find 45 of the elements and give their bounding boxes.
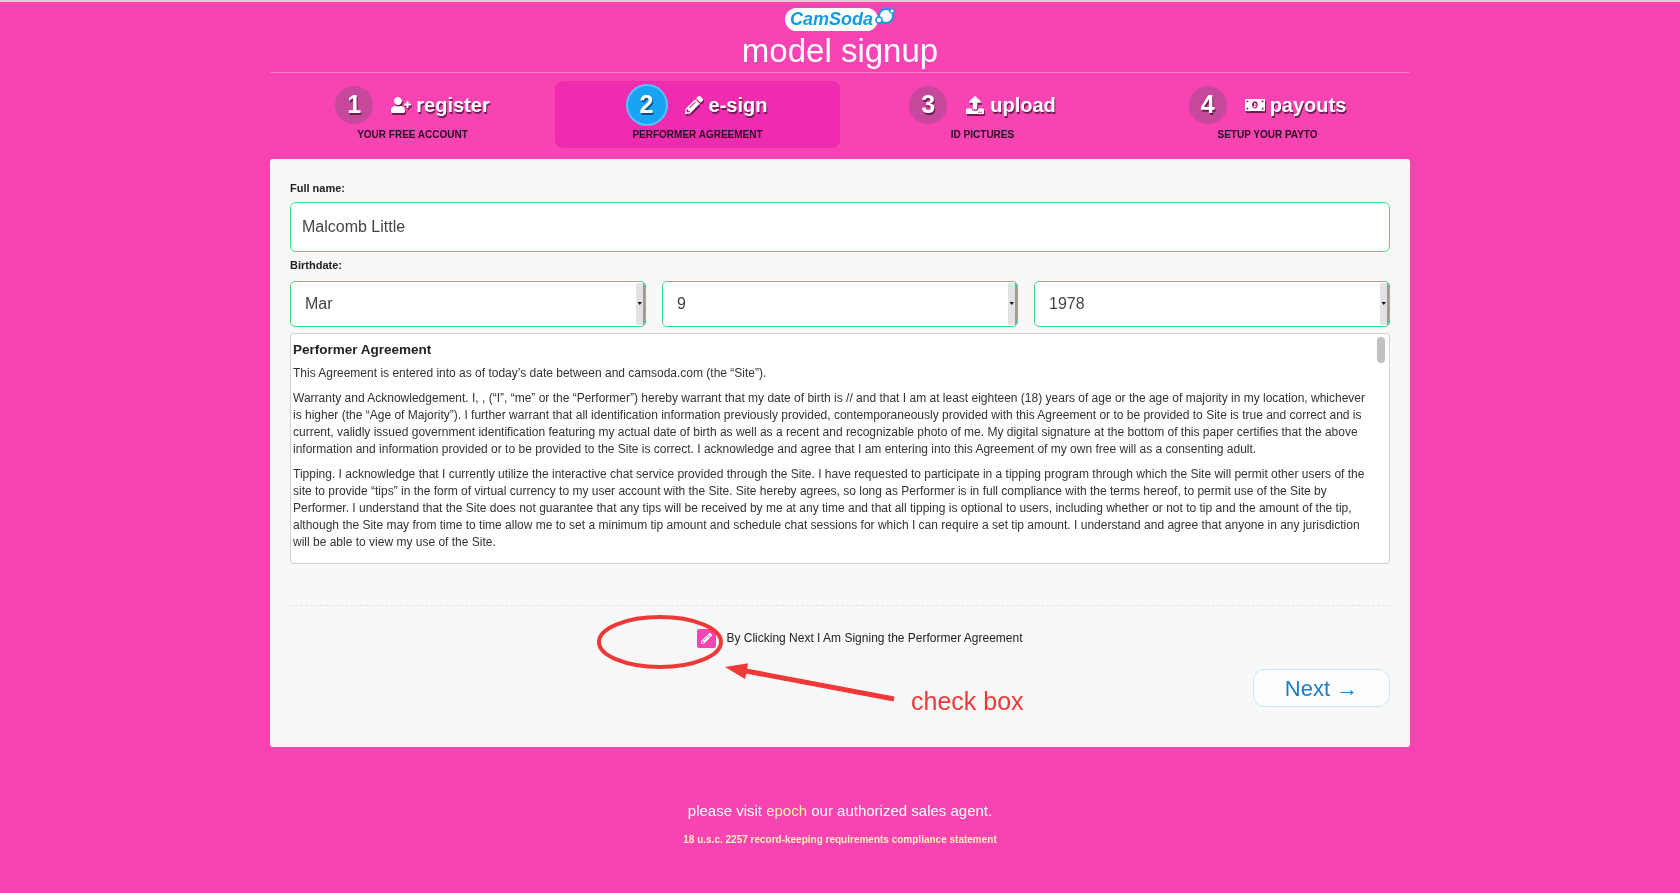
step-label: e-sign	[708, 93, 768, 118]
dropdown-select[interactable]: 9	[662, 281, 1018, 327]
annotation-text: check box	[911, 686, 1024, 716]
step-number: 1	[335, 86, 374, 124]
step-sublabel: PERFORMER AGREEMENT	[632, 129, 763, 141]
step-number: 4	[1188, 86, 1227, 124]
user-plus-icon	[391, 96, 412, 114]
checkbox[interactable]	[697, 628, 717, 648]
compliance-statement-link[interactable]: 18 u.s.c. 2257 record-keeping requirements compliance statement	[683, 834, 997, 846]
step-number: 2	[627, 86, 666, 124]
upload-icon	[965, 96, 986, 114]
footer-text: please visit epoch our authorized sales agent.	[687, 802, 993, 820]
field-label: Full name:	[290, 181, 346, 195]
caret-icon	[1008, 283, 1017, 325]
step-label: upload	[990, 93, 1056, 118]
step-label: register	[416, 93, 490, 118]
step-sublabel: SETUP YOUR PAYTO	[1217, 129, 1318, 141]
step-tab[interactable]: 4 payouts SETUP YOUR PAYTO	[1125, 81, 1410, 148]
step-label: payouts	[1269, 93, 1347, 118]
page-title: model signup	[741, 33, 939, 69]
sales-agent-link[interactable]: epoch	[766, 802, 808, 819]
step-sublabel: YOUR FREE ACCOUNT	[357, 129, 468, 141]
caret-icon	[1380, 283, 1389, 325]
pencil-icon	[683, 96, 704, 114]
step-number: 3	[909, 86, 948, 124]
step-tab[interactable]: 1 register YOUR FREE ACCOUNT	[270, 81, 555, 148]
agreement-paragraph: Warranty and Acknowledgement. I, , (“I”, “me” or the “Performer”) hereby warrant that my date of birth is // and that I am at least eighteen (18) years of age or the age of majority in my location, whichever is higher (the “Age of Majority”). I further warrant that all identification information previously provided, contemporaneously provided with this Agreement or to be provided to Site is true and correct and is current, validly issued government identification featuring my actual date of birth as well as a recent and recognizable photo of me. My digital signature at the bottom of this paper certifies that the above information and information provided or to be provided to the Site is correct. I acknowledge and agree that I am entering into this Agreement of my own free will as a consenting adult.	[293, 390, 1367, 458]
scrollbar[interactable]	[1377, 337, 1385, 363]
next-button[interactable]: Next →	[1253, 669, 1390, 707]
pencil-icon	[701, 632, 713, 644]
dropdown-select[interactable]: Mar	[290, 281, 646, 327]
caret-icon	[636, 283, 645, 325]
dropdown-select[interactable]: 1978	[1034, 281, 1390, 327]
bubbles-icon	[875, 7, 895, 25]
banknote-icon	[1244, 96, 1265, 114]
agreement-title: Performer Agreement	[293, 341, 433, 359]
step-tab[interactable]: 3 upload ID PICTURES	[840, 81, 1125, 148]
checkbox-label: By Clicking Next I Am Signing the Performer Agreement	[726, 630, 1023, 647]
agreement-paragraph: This Agreement is entered into as of today’s date between and camsoda.com (the “Site”).	[293, 365, 768, 382]
step-sublabel: ID PICTURES	[950, 129, 1015, 141]
step-tab[interactable]: 2 e-sign PERFORMER AGREEMENT	[555, 81, 840, 148]
logo[interactable]: CamSoda	[785, 7, 878, 31]
agreement-paragraph: Tipping. I acknowledge that I currently utilize the interactive chat service provided through the Site. I have requested to participate in a tipping program through which the Site will permit other users of the site to provide “tips” in the form of virtual currency to my user account with the Site. Site hereby agrees, so long as Performer is in full compliance with the terms hereof, to permit use of the Site by Performer. I understand that the Site does not guarantee that any tips will be received by me at any time and that all tipping is optional to users, including whether or not to tip and the amount of the tip, although the Site may from time to time allow me to set a minimum tip amount and schedule chat sessions for which I can require a set tip amount. I understand and agree that anyone in any jurisdiction will be able to view my use of the Site.	[293, 466, 1366, 551]
name-input-field[interactable]: Malcomb Little	[290, 202, 1390, 252]
field-label: Birthdate:	[290, 258, 343, 272]
